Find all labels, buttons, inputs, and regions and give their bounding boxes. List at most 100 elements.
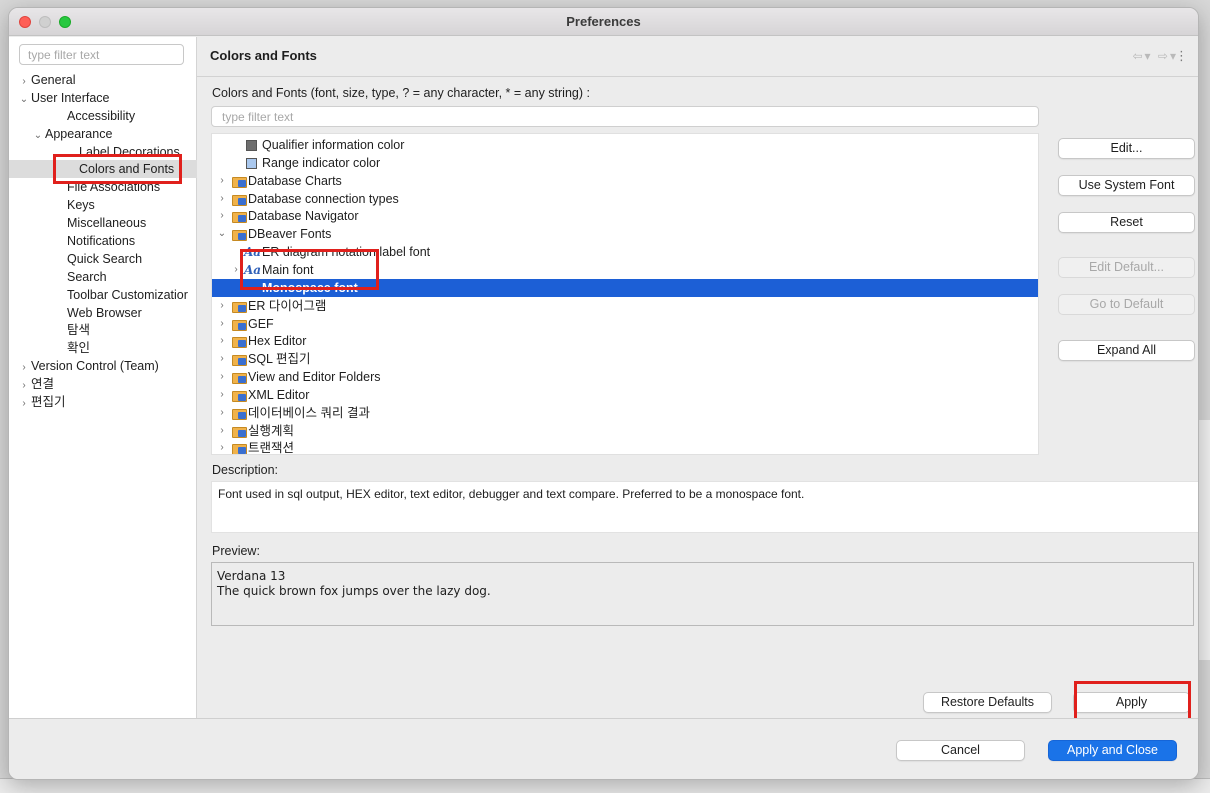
- expand-all-button[interactable]: Expand All: [1058, 340, 1195, 361]
- tree-item[interactable]: › Database Charts: [212, 172, 1038, 190]
- tree-item[interactable]: › Database Navigator: [212, 207, 1038, 225]
- tree-item-label: Range indicator color: [262, 155, 381, 170]
- sidebar-item[interactable]: ⌄ Appearance: [9, 125, 197, 143]
- sidebar-item-label: Keys: [67, 198, 95, 213]
- category-folder-icon: [232, 407, 247, 420]
- apply-and-close-button[interactable]: Apply and Close: [1048, 740, 1177, 761]
- background-table-strip: [0, 778, 1210, 793]
- sidebar-filter-input[interactable]: type filter text: [19, 44, 184, 65]
- chevron-right-icon[interactable]: ›: [216, 368, 228, 386]
- sidebar-item-label: Accessibility: [67, 108, 136, 123]
- sidebar-item[interactable]: Label Decorations: [9, 143, 197, 161]
- tree-item[interactable]: › 트랜잭션: [212, 439, 1038, 454]
- close-window-button[interactable]: [19, 16, 31, 28]
- chevron-right-icon[interactable]: ›: [216, 315, 228, 333]
- back-forward-arrows-icon[interactable]: ⇦▾ ⇨▾: [1133, 49, 1179, 63]
- sidebar-item[interactable]: File Associations: [9, 178, 197, 196]
- chevron-right-icon[interactable]: ›: [216, 439, 228, 454]
- tree-item[interactable]: Range indicator color: [212, 154, 1038, 172]
- category-folder-icon: [232, 442, 247, 454]
- chevron-right-icon[interactable]: ›: [216, 350, 228, 368]
- tree-item-label: 실행계획: [248, 423, 295, 438]
- sidebar-item[interactable]: ⌄ User Interface: [9, 89, 197, 107]
- chevron-right-icon[interactable]: ›: [216, 332, 228, 350]
- tree-item[interactable]: Qualifier information color: [212, 136, 1038, 154]
- tree-item[interactable]: Monospace font: [212, 278, 1038, 297]
- preferences-window: Preferences type filter text › General ⌄ Us…: [8, 7, 1199, 780]
- edit-default-button[interactable]: Edit Default...: [1058, 257, 1195, 278]
- chevron-right-icon[interactable]: ›: [216, 172, 228, 190]
- cancel-button[interactable]: Cancel: [896, 740, 1025, 761]
- tree-item[interactable]: › 실행계획: [212, 422, 1038, 440]
- sidebar-item-label: Miscellaneous: [67, 216, 147, 231]
- chevron-down-icon[interactable]: ⌄: [216, 225, 228, 243]
- colors-fonts-filter-input[interactable]: type filter text: [211, 106, 1039, 127]
- sidebar-item[interactable]: Accessibility: [9, 107, 197, 125]
- edit-button[interactable]: Edit...: [1058, 138, 1195, 159]
- sidebar-item[interactable]: Miscellaneous: [9, 214, 197, 232]
- chevron-right-icon[interactable]: ›: [216, 386, 228, 404]
- chevron-right-icon[interactable]: ›: [216, 422, 228, 440]
- sidebar-item[interactable]: › General: [9, 71, 197, 89]
- tree-item-label: Monospace font: [262, 280, 358, 295]
- page-header: Colors and Fonts ⇦▾ ⇨▾ ⋮: [197, 37, 1198, 77]
- window-title: Preferences: [566, 14, 641, 29]
- tree-item[interactable]: ⌄ DBeaver Fonts: [212, 225, 1038, 243]
- sidebar-item[interactable]: Toolbar Customizatior: [9, 286, 197, 304]
- category-folder-icon: [232, 389, 247, 402]
- tree-item[interactable]: Aa ER diagram notation label font: [212, 243, 1038, 261]
- apply-button[interactable]: Apply: [1073, 692, 1190, 713]
- tree-item-label: Database Navigator: [248, 209, 359, 224]
- sidebar-item-label: Notifications: [67, 234, 136, 249]
- tree-item[interactable]: › Aa Main font: [212, 261, 1038, 279]
- chevron-right-icon[interactable]: ›: [216, 404, 228, 422]
- colors-fonts-tree: Qualifier information color Range indicat…: [211, 133, 1039, 455]
- chevron-right-icon[interactable]: ›: [17, 395, 31, 413]
- sidebar-item[interactable]: Notifications: [9, 232, 197, 250]
- sidebar-item[interactable]: › 연결: [9, 375, 197, 393]
- tree-item-label: Database connection types: [248, 191, 399, 206]
- use-system-font-button[interactable]: Use System Font: [1058, 175, 1195, 196]
- tree-item-label: GEF: [248, 316, 274, 331]
- more-options-icon[interactable]: ⋮: [1175, 48, 1188, 64]
- sidebar-item-label: Toolbar Customizatior: [67, 287, 188, 302]
- sidebar-item-label: 확인: [67, 341, 91, 356]
- tree-item-label: ER 다이어그램: [248, 298, 327, 313]
- sidebar-item[interactable]: › Version Control (Team): [9, 357, 197, 375]
- tree-item[interactable]: › 데이터베이스 쿼리 결과: [212, 404, 1038, 422]
- sidebar-item-label: 연결: [31, 377, 55, 392]
- tree-item[interactable]: › SQL 편집기: [212, 350, 1038, 368]
- minimize-window-button[interactable]: [39, 16, 51, 28]
- sidebar-item[interactable]: Search: [9, 268, 197, 286]
- tree-item-label: Database Charts: [248, 173, 342, 188]
- chevron-right-icon[interactable]: ›: [216, 190, 228, 208]
- sidebar-item[interactable]: › 편집기: [9, 393, 197, 411]
- zoom-window-button[interactable]: [59, 16, 71, 28]
- sidebar-item[interactable]: Keys: [9, 196, 197, 214]
- sidebar-item[interactable]: 탐색: [9, 321, 197, 339]
- tree-item[interactable]: › View and Editor Folders: [212, 368, 1038, 386]
- sidebar-item[interactable]: 확인: [9, 339, 197, 357]
- preference-page: Colors and Fonts ⇦▾ ⇨▾ ⋮ Colors and Font…: [197, 37, 1198, 721]
- color-swatch-icon: [246, 140, 257, 151]
- chevron-right-icon[interactable]: ›: [216, 297, 228, 315]
- category-folder-icon: [232, 335, 247, 349]
- sidebar-item-label: Search: [67, 269, 107, 284]
- tree-item[interactable]: › XML Editor: [212, 386, 1038, 404]
- sidebar-item-label: File Associations: [67, 180, 161, 195]
- sidebar-item[interactable]: Quick Search: [9, 250, 197, 268]
- tree-item[interactable]: › Database connection types: [212, 190, 1038, 208]
- chevron-right-icon[interactable]: ›: [230, 261, 242, 279]
- sidebar-item-label: Colors and Fonts: [79, 162, 175, 177]
- restore-defaults-button[interactable]: Restore Defaults: [923, 692, 1052, 713]
- tree-item-label: ER diagram notation label font: [262, 245, 431, 260]
- sidebar-item[interactable]: Colors and Fonts: [9, 160, 197, 179]
- preview-sample-text: The quick brown fox jumps over the lazy …: [217, 584, 491, 598]
- sidebar-item[interactable]: Web Browser: [9, 304, 197, 322]
- go-to-default-button[interactable]: Go to Default: [1058, 294, 1195, 315]
- tree-item[interactable]: › GEF: [212, 315, 1038, 333]
- chevron-right-icon[interactable]: ›: [216, 207, 228, 225]
- reset-button[interactable]: Reset: [1058, 212, 1195, 233]
- tree-item[interactable]: › ER 다이어그램: [212, 297, 1038, 315]
- tree-item[interactable]: › Hex Editor: [212, 332, 1038, 350]
